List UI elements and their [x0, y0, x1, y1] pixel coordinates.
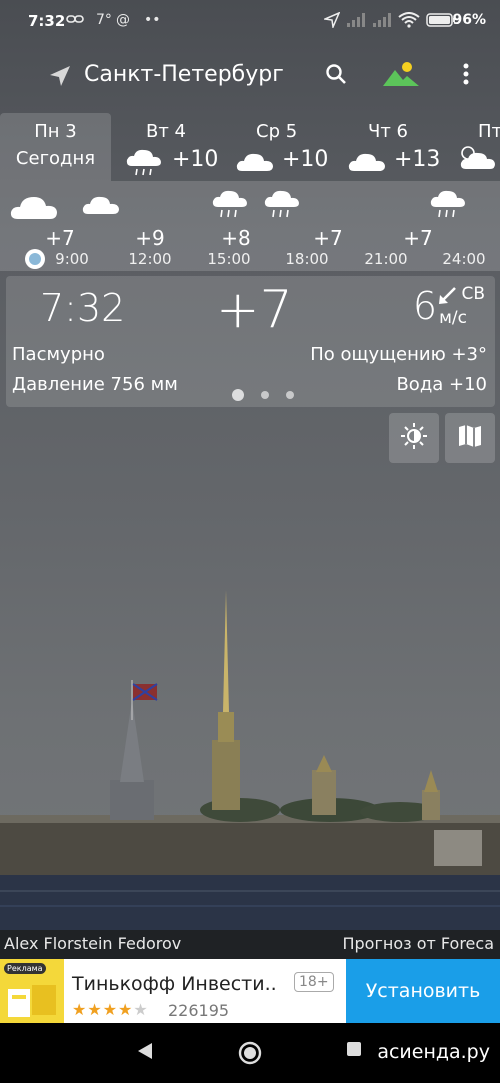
battery-percent: 96% — [452, 12, 486, 28]
hour-temp: +7 — [45, 226, 75, 250]
day-tab[interactable]: Вт 4 +10 — [118, 113, 222, 181]
page-dot-active — [232, 388, 244, 401]
partly-cloudy-icon — [456, 143, 498, 177]
home-icon[interactable] — [238, 1041, 262, 1069]
hour-time: 21:00 — [364, 250, 408, 268]
ad-banner[interactable]: Реклама Тинькофф Инвести.. 18+ ★★★★★ 226… — [0, 959, 500, 1023]
current-temp: +7 — [216, 280, 293, 340]
day-tab[interactable]: Чт 6 +13 — [342, 113, 446, 181]
day-name: Чт 6 — [368, 121, 408, 142]
landscape-icon — [383, 60, 419, 92]
install-button[interactable]: Установить — [346, 959, 500, 1023]
sun-moon-icon — [400, 422, 428, 454]
hour-time: 15:00 — [207, 250, 251, 268]
water-temp-text: Вода +10 — [396, 374, 487, 395]
photo-author[interactable]: Alex Florstein Fedorov — [4, 934, 181, 953]
day-temp: +10 — [172, 147, 219, 172]
forecast-source[interactable]: Прогноз от Foreca — [342, 934, 494, 953]
map-icon — [457, 423, 483, 453]
wind-speed: 6 — [412, 284, 437, 328]
day-name: Пн 3 — [34, 121, 77, 142]
wind-direction: СВ — [461, 284, 485, 304]
hour-time: 9:00 — [55, 250, 89, 268]
cloud-icon — [80, 193, 122, 221]
city-name[interactable]: Санкт-Петербург — [84, 62, 284, 87]
condition-text: Пасмурно — [12, 344, 105, 365]
age-rating-badge: 18+ — [294, 972, 334, 992]
status-time: 7:32 — [28, 12, 66, 30]
system-nav-bar: асиенда.ру — [0, 1023, 500, 1083]
wind-unit: м/с — [439, 308, 467, 328]
hour-temp: +7 — [403, 226, 433, 250]
day-temp: +10 — [282, 147, 329, 172]
cloud-rain-icon — [124, 146, 164, 182]
page-dot — [286, 390, 295, 399]
at-icon: @ — [116, 12, 130, 28]
sun-info-button[interactable] — [389, 413, 439, 463]
day-tab-today[interactable]: Пн 3 Сегодня — [0, 113, 111, 181]
signal-1-icon — [346, 12, 366, 32]
location-arrow-icon — [322, 11, 341, 32]
review-count: 226195 — [168, 1001, 230, 1020]
day-tab[interactable]: Ср 5 +10 — [230, 113, 334, 181]
map-button[interactable] — [445, 413, 495, 463]
daily-forecast-strip: Пн 3 Сегодня Вт 4 +10 Ср 5 +10 Чт 6 +13 … — [0, 113, 500, 181]
search-button[interactable] — [320, 60, 352, 92]
hour-time: 18:00 — [285, 250, 329, 268]
hour-temp: +8 — [221, 226, 251, 250]
day-name: Вт 4 — [146, 121, 187, 142]
app-header: Санкт-Петербург — [0, 52, 500, 102]
hour-time: 24:00 — [442, 250, 486, 268]
status-temp: 7° — [96, 12, 112, 28]
cloud-rain-icon — [428, 187, 468, 225]
day-temp: +13 — [394, 147, 441, 172]
search-icon — [325, 63, 347, 89]
more-menu-button[interactable] — [450, 60, 482, 92]
navigation-arrow-icon[interactable] — [48, 64, 72, 92]
status-bar: 7:32 7° @ •• 96% — [0, 0, 500, 44]
day-name: Пт — [478, 121, 500, 142]
hour-time: 12:00 — [128, 250, 172, 268]
day-tab[interactable]: Пт — [452, 113, 500, 181]
background-picker-button[interactable] — [382, 60, 420, 92]
star-rating: ★★★★★ — [72, 1000, 149, 1019]
cloud-icon — [346, 149, 388, 179]
wind-arrow-icon — [437, 286, 457, 310]
ad-title: Тинькофф Инвести.. — [72, 973, 277, 995]
hour-temp: +7 — [313, 226, 343, 250]
more-vert-icon — [463, 63, 469, 89]
day-name: Ср 5 — [256, 121, 298, 142]
feels-like-text: По ощущению +3° — [310, 344, 487, 365]
photo-credit-bar: Alex Florstein Fedorov Прогноз от Foreca — [0, 930, 500, 959]
cloud-rain-icon — [262, 187, 302, 225]
cloud-rain-icon — [210, 187, 250, 225]
watermark: асиенда.ру — [377, 1041, 490, 1063]
pressure-text: Давление 756 мм — [12, 374, 178, 395]
cloud-icon — [8, 191, 60, 227]
signal-2-icon — [372, 12, 392, 32]
current-time: 7:32 — [40, 286, 126, 330]
page-dot — [261, 390, 270, 399]
ad-thumbnail: Реклама — [0, 959, 64, 1023]
back-icon[interactable] — [136, 1041, 154, 1065]
hour-temp: +9 — [135, 226, 165, 250]
more-notifications-icon: •• — [144, 12, 161, 28]
current-weather-card[interactable]: 7:32 +7 6 СВ м/с Пасмурно Давление 756 м… — [6, 276, 495, 407]
wifi-icon — [398, 12, 420, 32]
recents-icon[interactable] — [346, 1041, 362, 1061]
page-indicator — [232, 384, 306, 403]
hourly-forecast: +7 +9 +8 +7 +7 9:00 12:00 15:00 18:00 21… — [0, 181, 500, 271]
link-icon — [66, 12, 84, 30]
day-label: Сегодня — [15, 148, 96, 169]
cloud-icon — [234, 149, 276, 179]
